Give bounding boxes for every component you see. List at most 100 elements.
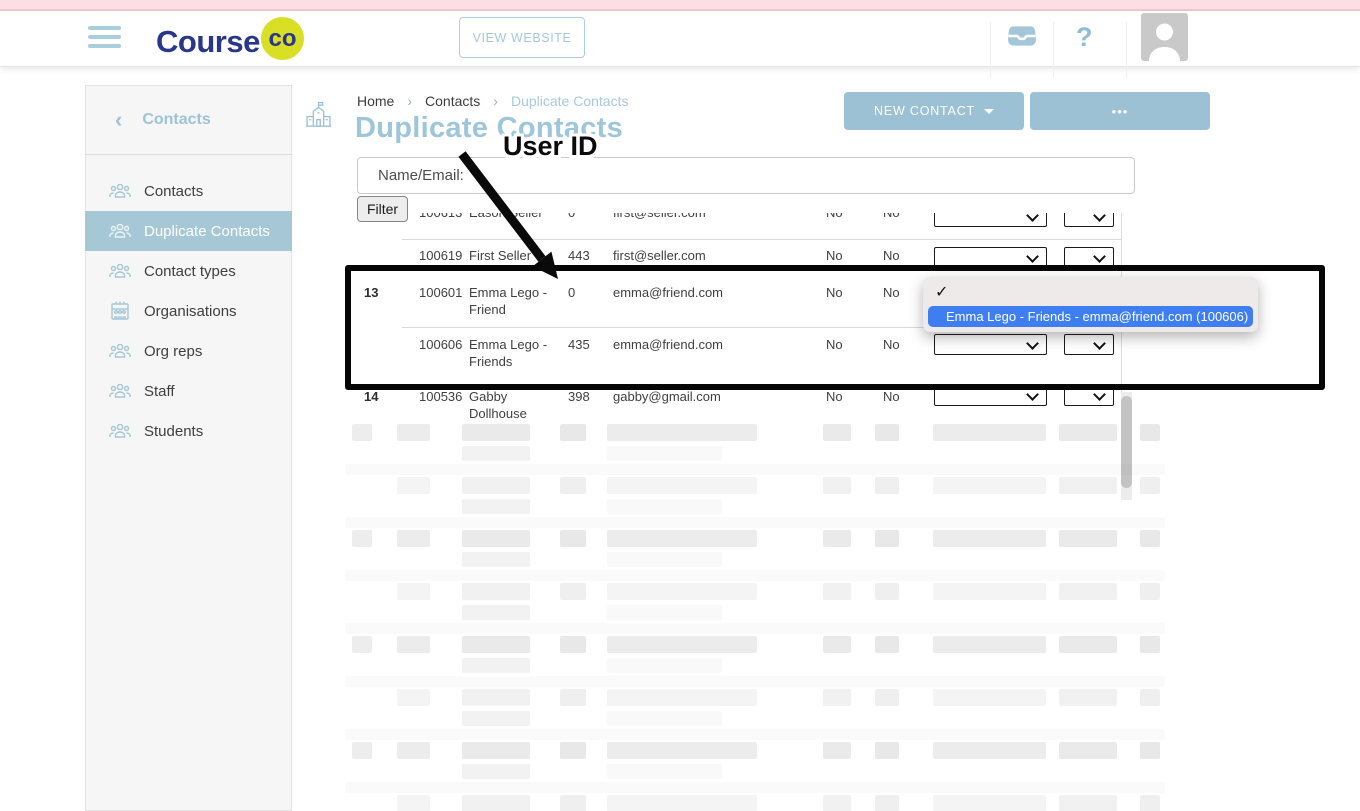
contact-name: Gabby Dollhouse <box>469 388 561 422</box>
breadcrumb-contacts[interactable]: Contacts <box>425 93 480 109</box>
inbox-icon[interactable] <box>1007 23 1037 49</box>
redacted-block <box>462 605 530 620</box>
redacted-block <box>462 446 530 461</box>
action-select[interactable] <box>1064 385 1114 406</box>
redacted-block <box>560 742 586 759</box>
contacts-group-icon <box>108 179 132 203</box>
merge-target-select[interactable] <box>934 213 1047 227</box>
redacted-block <box>397 530 430 547</box>
sidebar-item-contact-types[interactable]: Contact types <box>85 251 292 291</box>
contact-email: first@seller.com <box>613 213 706 221</box>
redacted-block <box>875 530 899 547</box>
dropdown-option-highlighted[interactable]: Emma Lego - Friends - emma@friend.com (1… <box>928 306 1253 327</box>
contact-flag: No <box>883 247 900 264</box>
chevron-down-icon <box>1093 388 1106 401</box>
header-divider <box>1126 22 1127 77</box>
header-divider <box>990 22 991 77</box>
sidebar-item-students[interactable]: Students <box>85 411 292 451</box>
redacted-block <box>607 477 757 494</box>
redacted-block <box>875 742 899 759</box>
redacted-row <box>345 530 1165 583</box>
redacted-block <box>607 605 722 620</box>
redacted-block <box>345 570 1165 581</box>
redacted-block <box>933 795 1046 811</box>
redacted-block <box>462 477 530 494</box>
organisation-icon <box>108 299 132 323</box>
redacted-block <box>823 583 851 600</box>
contact-name: Eason Seller <box>469 213 561 221</box>
filter-button[interactable]: Filter <box>357 196 408 222</box>
view-website-button[interactable]: VIEW WEBSITE <box>459 17 585 58</box>
redacted-block <box>875 795 899 811</box>
sidebar-section-title: Contacts <box>142 111 210 129</box>
new-contact-button[interactable]: NEW CONTACT <box>844 92 1024 130</box>
redacted-block <box>607 795 757 811</box>
redacted-block <box>560 477 586 494</box>
merge-target-select[interactable] <box>934 247 1047 268</box>
sidebar-back-header[interactable]: ‹ Contacts <box>85 85 292 155</box>
contacts-group-icon <box>108 339 132 363</box>
chevron-down-icon <box>1026 213 1039 222</box>
menu-icon[interactable] <box>88 26 121 53</box>
more-actions-button[interactable]: ••• <box>1030 92 1210 130</box>
action-select[interactable] <box>1064 334 1114 355</box>
table-row-clipped: 12 100613 Eason Seller 0 first@seller.co… <box>345 213 1165 227</box>
contacts-group-icon <box>108 259 132 283</box>
sidebar-item-org-reps[interactable]: Org reps <box>85 331 292 371</box>
redacted-block <box>933 636 1046 653</box>
breadcrumb-current: Duplicate Contacts <box>511 93 629 109</box>
action-select[interactable] <box>1064 247 1114 268</box>
redacted-block <box>607 552 722 567</box>
breadcrumb-home[interactable]: Home <box>357 93 394 109</box>
redacted-block <box>607 711 722 726</box>
redacted-block <box>875 583 899 600</box>
avatar[interactable] <box>1141 13 1188 61</box>
redacted-block <box>1059 689 1117 706</box>
sidebar-item-duplicate-contacts[interactable]: Duplicate Contacts <box>85 211 292 251</box>
merge-target-dropdown-menu: ✓ Emma Lego - Friends - emma@friend.com … <box>923 277 1258 332</box>
logo-circle: co <box>261 17 304 60</box>
contacts-group-icon <box>108 419 132 443</box>
redacted-block <box>823 742 851 759</box>
redacted-block <box>607 499 722 514</box>
redacted-block <box>933 689 1046 706</box>
redacted-block <box>1059 530 1117 547</box>
chevron-left-icon: ‹ <box>115 110 122 130</box>
redacted-block <box>823 477 851 494</box>
redacted-block <box>345 676 1165 687</box>
sidebar-item-organisations[interactable]: Organisations <box>85 291 292 331</box>
campus-building-icon[interactable] <box>305 101 332 128</box>
annotation-user-id-label: User ID <box>503 131 598 162</box>
redacted-row <box>345 636 1165 689</box>
caret-down-icon <box>984 109 994 114</box>
menu-bar <box>88 35 121 39</box>
sidebar-item-label: Contacts <box>144 183 203 200</box>
redacted-block <box>462 636 530 653</box>
help-icon[interactable]: ? <box>1076 22 1093 53</box>
redacted-block <box>462 499 530 514</box>
chevron-down-icon <box>1093 250 1106 263</box>
redacted-block <box>823 795 851 811</box>
redacted-block <box>345 464 1165 475</box>
contact-flag: No <box>826 284 843 301</box>
redacted-block <box>1059 583 1117 600</box>
contact-email: emma@friend.com <box>613 336 723 353</box>
contact-id: 100613 <box>419 213 462 221</box>
chevron-down-icon <box>1093 213 1106 222</box>
redacted-block <box>352 742 372 759</box>
sidebar-item-contacts[interactable]: Contacts <box>85 171 292 211</box>
merge-target-select[interactable] <box>934 385 1047 406</box>
redacted-block <box>397 477 430 494</box>
action-select[interactable] <box>1064 213 1114 227</box>
name-email-search-input[interactable] <box>357 157 1135 194</box>
sidebar-item-staff[interactable]: Staff <box>85 371 292 411</box>
redacted-block <box>607 636 757 653</box>
contact-flag: No <box>883 388 900 405</box>
redacted-block <box>352 530 372 547</box>
checkmark-icon[interactable]: ✓ <box>935 282 948 302</box>
merge-target-select[interactable] <box>934 334 1047 355</box>
courseco-logo[interactable]: Course co <box>156 20 260 64</box>
redacted-block <box>560 530 586 547</box>
redacted-block <box>397 689 430 706</box>
redacted-block <box>345 623 1165 634</box>
